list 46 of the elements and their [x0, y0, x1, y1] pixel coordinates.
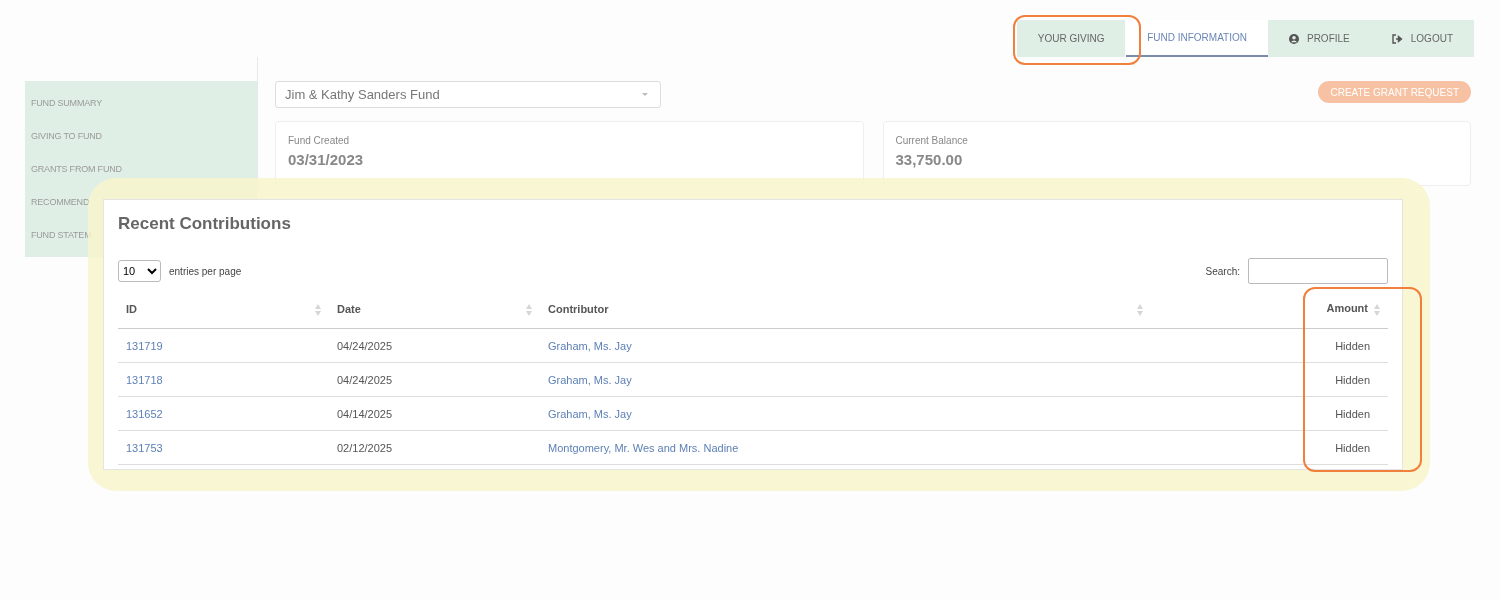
sidebar-item[interactable]: FUND SUMMARY [31, 98, 102, 108]
sidebar-item[interactable]: GIVING TO FUND [31, 131, 102, 141]
logout-icon [1391, 33, 1403, 44]
nav-tab[interactable]: PROFILE [1267, 20, 1371, 57]
table-link[interactable]: Graham, Ms. Jay [548, 339, 632, 352]
sort-icon [1137, 303, 1143, 316]
column-header[interactable]: Contributor [548, 302, 609, 315]
fund-name: Jim & Kathy Sanders Fund [285, 87, 440, 102]
caret-icon [642, 93, 648, 96]
stat-value: 03/31/2023 [288, 151, 365, 168]
table-cell: 04/14/2025 [337, 407, 393, 420]
sort-icon [315, 303, 321, 316]
table-cell: 02/12/2025 [337, 441, 393, 454]
table-link[interactable]: 131718 [126, 373, 163, 386]
sidebar-item[interactable]: FUND STATEM [31, 230, 92, 240]
table-cell: Hidden [1335, 407, 1370, 420]
stat-label: Fund Created [288, 135, 351, 146]
user-icon [1288, 33, 1299, 44]
sort-icon [526, 303, 532, 316]
search-label: Search: [1205, 265, 1240, 277]
nav-tab[interactable]: YOUR GIVING [1017, 20, 1126, 57]
page-size-label: entries per page [169, 265, 242, 277]
table-cell: Hidden [1335, 441, 1370, 454]
table-link[interactable]: 131652 [126, 407, 163, 420]
search-field[interactable] [1248, 258, 1388, 284]
column-header[interactable]: Date [337, 302, 361, 315]
table-link[interactable]: Graham, Ms. Jay [548, 373, 632, 386]
sidebar-item[interactable]: GRANTS FROM FUND [31, 164, 122, 174]
nav-tab[interactable]: LOGOUT [1370, 20, 1474, 57]
table-cell: 04/24/2025 [337, 339, 393, 352]
card-title: Recent Contributions [118, 214, 292, 235]
table-link[interactable]: Graham, Ms. Jay [548, 407, 632, 420]
column-header[interactable]: ID [126, 302, 137, 315]
table-cell: Hidden [1335, 339, 1370, 352]
page-size-select[interactable]: 10 [118, 260, 161, 282]
stat-label: Current Balance [895, 135, 969, 146]
table-link[interactable]: 131719 [126, 339, 163, 352]
table-link[interactable]: 131753 [126, 441, 163, 454]
table-cell: 04/24/2025 [337, 373, 393, 386]
sort-icon [1374, 303, 1380, 316]
sidebar-item[interactable]: RECOMMEND [31, 197, 90, 207]
stat-value: 33,750.00 [895, 151, 964, 168]
column-header[interactable]: Amount [1326, 302, 1368, 315]
table-link[interactable]: Montgomery, Mr. Wes and Mrs. Nadine [548, 441, 739, 454]
table-cell: Hidden [1335, 373, 1370, 386]
fund-dropdown[interactable]: Jim & Kathy Sanders Fund [275, 81, 661, 108]
